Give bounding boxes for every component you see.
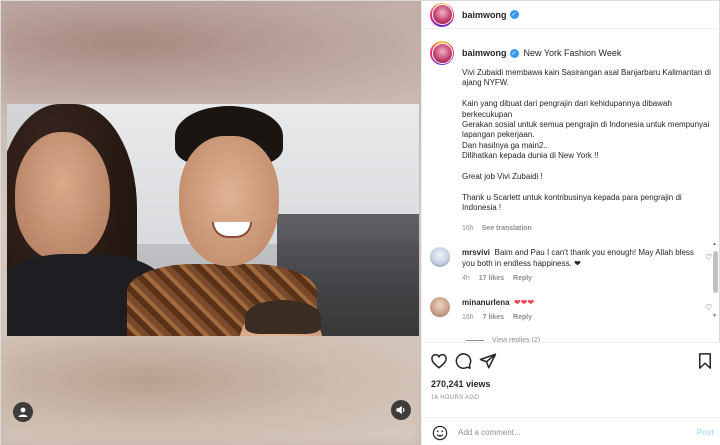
video-frame[interactable]	[7, 104, 419, 336]
post-header: baimwong ✓	[422, 1, 720, 29]
caption-paragraph: Kain yang dibuat dari pengrajin dari keh…	[462, 99, 710, 161]
commenter-avatar[interactable]	[430, 297, 450, 317]
caption-paragraph: Thank u Scarlett untuk kontribusinya kep…	[462, 192, 684, 213]
bookmark-icon	[699, 353, 711, 369]
comment-likes[interactable]: 7 likes	[483, 314, 504, 321]
post-modal: baimwong ✓ baimwong ✓ New York Fashion W…	[0, 0, 720, 445]
comment-meta: 16h 7 likes Reply	[462, 312, 702, 323]
verified-badge-icon: ✓	[509, 10, 519, 19]
comment-item: minanurlena ❤❤❤ 16h 7 likes Reply ♡	[430, 297, 712, 323]
user-icon	[18, 407, 28, 417]
post-side-panel: baimwong ✓ baimwong ✓ New York Fashion W…	[421, 1, 720, 445]
comment-likes[interactable]: 17 likes	[479, 275, 504, 282]
comment-body: minanurlena ❤❤❤ 16h 7 likes Reply	[462, 297, 702, 323]
video-person-woman-face	[15, 132, 110, 260]
view-count[interactable]: 270,241 views	[431, 379, 491, 389]
comment-item: mrsvivi Baim and Pau I can't thank you e…	[430, 247, 712, 284]
caption-author-username[interactable]: baimwong	[462, 48, 507, 58]
comment-input[interactable]	[458, 428, 678, 437]
post-media[interactable]	[1, 1, 421, 445]
scrollbar-thumb[interactable]	[713, 251, 718, 293]
caption-paragraph: Great job Vivi Zubaidi !	[462, 172, 543, 182]
caption-meta: 16h See translation	[462, 225, 532, 232]
add-comment-bar: Post	[422, 417, 720, 445]
speaker-icon	[396, 405, 405, 415]
caption-age: 16h	[462, 225, 474, 232]
comment-icon	[455, 353, 472, 369]
user-tags-button[interactable]	[13, 402, 33, 422]
scroll-up-arrow-icon[interactable]: ▲	[712, 241, 717, 247]
video-person-man-face	[179, 136, 279, 266]
comment-meta: 4h 17 likes Reply	[462, 273, 702, 284]
comment-button[interactable]	[454, 352, 472, 370]
see-translation-link[interactable]: See translation	[482, 225, 532, 232]
verified-badge-icon: ✓	[509, 48, 519, 58]
comment-age: 16h	[462, 314, 474, 321]
mute-button[interactable]	[391, 400, 411, 420]
reply-button[interactable]: Reply	[513, 314, 532, 321]
reply-button[interactable]: Reply	[513, 275, 532, 282]
comment-text: ❤❤❤	[514, 298, 535, 307]
commenter-username[interactable]: mrsvivi	[462, 248, 490, 257]
caption-header: baimwong ✓ New York Fashion Week	[430, 41, 621, 65]
post-location[interactable]: New York Fashion Week	[524, 48, 622, 58]
caption-paragraph: Vivi Zubaidi membawa kain Sasirangan asa…	[462, 68, 714, 88]
post-actions: 270,241 views 16 HOURS AGO Post	[422, 342, 720, 445]
comments-scrollbar[interactable]: ▲ ▼	[711, 241, 719, 321]
comment-body: mrsvivi Baim and Pau I can't thank you e…	[462, 247, 702, 284]
video-person-kid-hair	[245, 300, 321, 334]
action-bar	[430, 352, 714, 370]
blurred-backdrop-top	[1, 1, 421, 104]
comment-text: Baim and Pau I can't thank you enough! M…	[462, 248, 694, 268]
commenter-username[interactable]: minanurlena	[462, 298, 510, 307]
save-button[interactable]	[696, 352, 714, 370]
emoji-icon[interactable]	[432, 425, 448, 441]
post-comment-button[interactable]: Post	[697, 428, 714, 437]
blurred-backdrop-bottom	[1, 336, 421, 445]
view-replies-divider	[466, 340, 484, 341]
paper-plane-icon	[479, 353, 497, 369]
like-button[interactable]	[430, 352, 448, 370]
share-button[interactable]	[479, 352, 497, 370]
post-caption: Vivi Zubaidi membawa kain Sasirangan asa…	[462, 68, 712, 214]
caption-author-avatar[interactable]	[430, 41, 454, 65]
commenter-avatar[interactable]	[430, 247, 450, 267]
scroll-down-arrow-icon[interactable]: ▼	[712, 313, 717, 319]
author-username[interactable]: baimwong	[462, 10, 507, 20]
heart-icon	[431, 353, 447, 369]
post-timestamp: 16 HOURS AGO	[431, 395, 480, 401]
comment-age: 4h	[462, 275, 470, 282]
author-avatar[interactable]	[430, 2, 454, 27]
